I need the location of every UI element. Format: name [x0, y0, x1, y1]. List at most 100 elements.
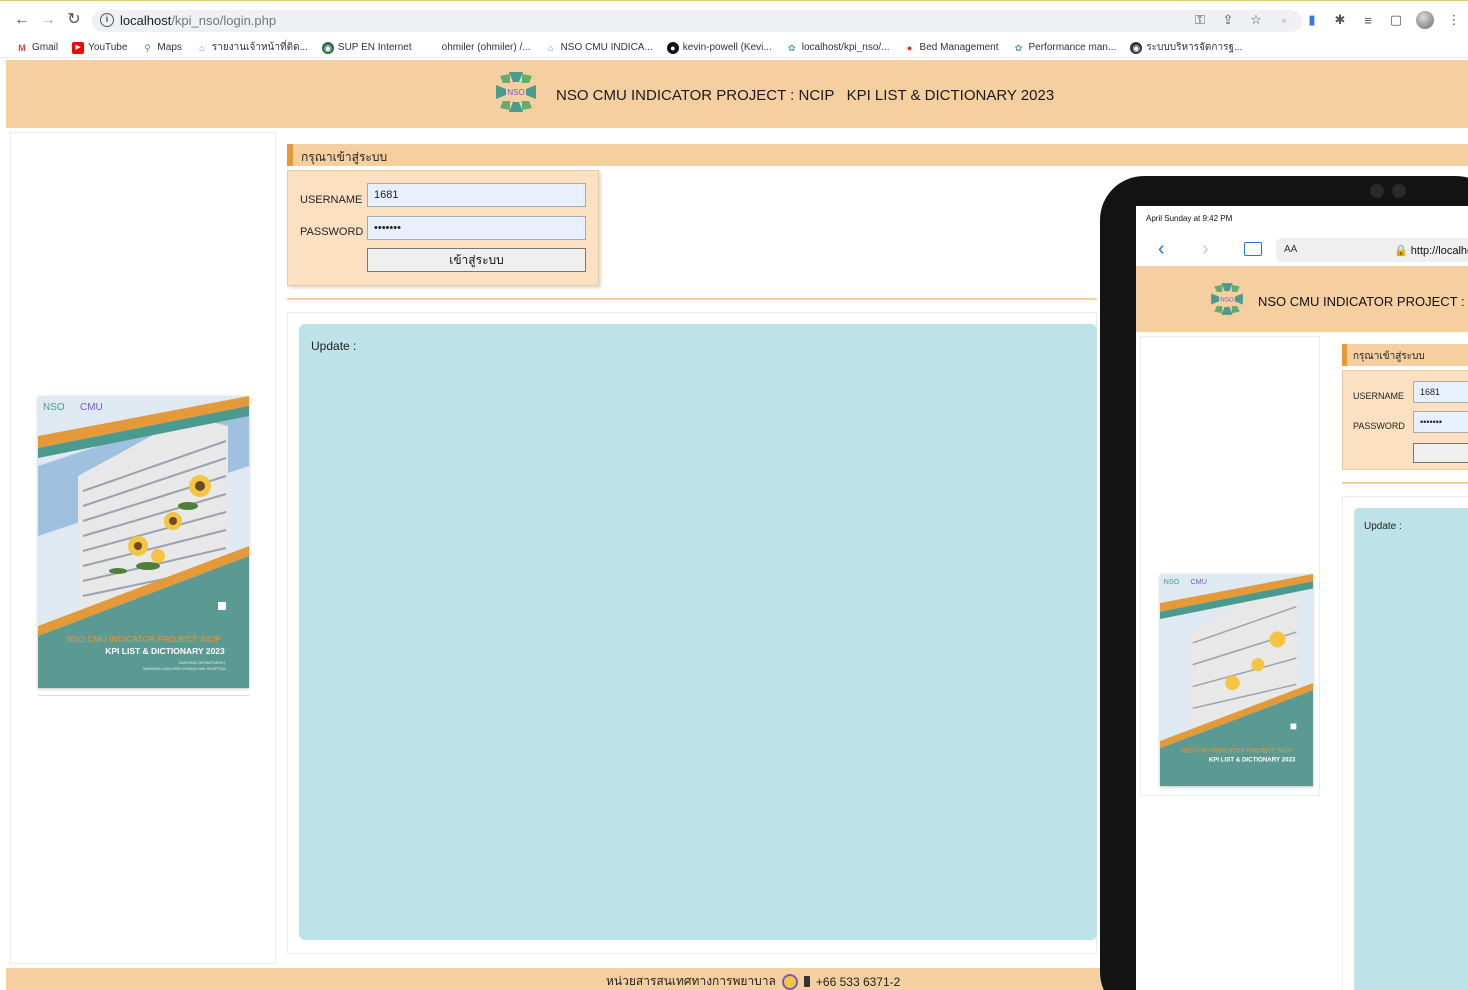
org-logo-icon	[781, 973, 798, 990]
tablet-password-input[interactable]: •••••••	[1413, 411, 1468, 433]
bookmark-sup-en[interactable]: ◉ SUP EN Internet	[321, 41, 412, 54]
report-icon: ⌂	[195, 41, 208, 54]
forward-chevron-icon[interactable]: ›	[1202, 238, 1209, 261]
bookmarks-book-icon[interactable]	[1244, 242, 1262, 256]
lock-icon: 🔒	[1394, 245, 1408, 257]
password-input[interactable]: •••••••	[367, 216, 586, 240]
site-title: NSO CMU INDICATOR PROJECT : NCIP KPI LIS…	[556, 87, 1055, 104]
text-size-button[interactable]: AA	[1284, 244, 1297, 255]
bookmark-youtube[interactable]: ▶ YouTube	[72, 41, 127, 54]
bookmark-report[interactable]: ⌂ รายงานเจ้าหน้าที่ติด...	[195, 40, 308, 55]
tablet-login-button[interactable]	[1413, 443, 1468, 463]
bookmarks-bar: M Gmail ▶ YouTube ⚲ Maps ⌂ รายงานเจ้าหน้าที่…	[0, 38, 1468, 58]
site-info-icon[interactable]: i	[100, 13, 114, 27]
gmail-icon: M	[16, 41, 28, 54]
bookmark-performance[interactable]: ✿ Performance man...	[1012, 41, 1116, 54]
tablet-site-header: NSO NSO CMU INDICATOR PROJECT : NCIP	[1136, 266, 1468, 332]
nso-icon: ⌂	[544, 41, 557, 54]
poster-brand: NSO	[43, 402, 65, 413]
sup-en-icon: ◉	[321, 41, 334, 54]
tablet-password-label: PASSWORD	[1353, 421, 1405, 431]
star-icon[interactable]: ☆	[1248, 12, 1264, 28]
youtube-icon: ▶	[72, 41, 85, 54]
url-text: localhost/kpi_nso/login.php	[120, 13, 277, 28]
tablet-screen: April Sunday at 9:42 PM ‹ › AA 🔒 http://…	[1136, 206, 1468, 990]
browser-toolbar: ← → ↻ i localhost/kpi_nso/login.php ⚿ ⇪ …	[0, 0, 1468, 38]
side-panel-icon[interactable]: ▢	[1388, 12, 1404, 28]
login-form: USERNAME 1681 PASSWORD ••••••• เข้าสู่ระ…	[287, 170, 599, 286]
browser-actions: ⚿ ⇪ ☆ ◦ ▮ ✱ ≡ ▢ ⋮	[1192, 11, 1462, 29]
footer-org: หน่วยสารสนเทศทางการพยาบาล	[606, 974, 776, 988]
tablet-username-input[interactable]: 1681	[1413, 381, 1468, 403]
login-heading: กรุณาเข้าสู่ระบบ	[301, 150, 388, 164]
extension-icon[interactable]: ▮	[1304, 12, 1320, 28]
forward-arrow-icon[interactable]: →	[38, 10, 58, 30]
poster-line4: MAHARAJ NAKORN CHIANG MAI HOSPITAL	[143, 666, 227, 671]
phone-icon	[803, 976, 810, 987]
poster-line3: NURSING DEPARTMENT,	[179, 660, 226, 665]
bookmark-ohmiler[interactable]: ohmiler (ohmiler) /...	[442, 42, 531, 53]
site-header: NSO NSO CMU INDICATOR PROJECT : NCIP KPI…	[6, 60, 1468, 128]
tablet-update-content: Update :	[1354, 508, 1468, 990]
tablet-login-heading: กรุณาเข้าสู่ระบบ	[1353, 351, 1425, 362]
camera-icon	[1392, 184, 1406, 198]
share-icon[interactable]: ⇪	[1220, 12, 1236, 28]
flower-icon: ✿	[785, 41, 798, 54]
footer-content: หน่วยสารสนเทศทางการพยาบาล +66 533 6371-2	[606, 972, 900, 990]
menu-icon[interactable]: ⋮	[1446, 12, 1462, 28]
tablet-address-bar[interactable]: AA 🔒 http://localhost	[1276, 238, 1468, 262]
puzzle-icon[interactable]: ✱	[1332, 12, 1348, 28]
cover-image: NSO CMU NSO CMU INDICATOR PROJECT: NCIP …	[1160, 574, 1313, 786]
tablet-username-label: USERNAME	[1353, 391, 1405, 401]
poster-brand-cmu: CMU	[1190, 577, 1207, 586]
svg-text:NSO: NSO	[1220, 296, 1234, 303]
back-arrow-icon[interactable]: ←	[12, 10, 32, 30]
tablet-status-time: April Sunday at 9:42 PM	[1146, 214, 1233, 223]
username-label: USERNAME	[300, 194, 363, 206]
key-icon[interactable]: ⚿	[1192, 12, 1208, 28]
update-content: Update :	[299, 324, 1097, 940]
bookmark-nso-cmu[interactable]: ⌂ NSO CMU INDICA...	[544, 41, 653, 54]
bookmark-gmail[interactable]: M Gmail	[16, 41, 58, 54]
poster-line2: KPI LIST & DICTIONARY 2023	[105, 646, 225, 656]
bookmark-system[interactable]: ◉ ระบบบริหารจัดการฐ...	[1130, 40, 1242, 55]
divider	[287, 298, 1097, 300]
bookmark-github[interactable]: ● kevin-powell (Kevi...	[666, 41, 772, 54]
poster-brand-cmu: CMU	[80, 402, 103, 413]
tablet-cover-poster: NSO CMU NSO CMU INDICATOR PROJECT: NCIP …	[1160, 574, 1313, 786]
tablet-site-title: NSO CMU INDICATOR PROJECT : NCIP	[1258, 294, 1468, 309]
extension-icon[interactable]: ◦	[1276, 13, 1292, 28]
poster-brand: NSO	[1164, 577, 1180, 586]
poster-line2: KPI LIST & DICTIONARY 2023	[1209, 756, 1296, 763]
cover-poster: NSO CMU NSO CMU INDICATOR PROJECT: NCIP …	[38, 396, 249, 688]
tablet-login-heading-bar: กรุณาเข้าสู่ระบบ	[1342, 344, 1468, 366]
nso-logo-icon: NSO	[1211, 283, 1243, 315]
camera-icon	[1370, 184, 1384, 198]
maps-icon: ⚲	[141, 41, 154, 54]
profile-avatar[interactable]	[1416, 11, 1434, 29]
github-icon: ●	[666, 41, 679, 54]
bookmark-bed-management[interactable]: ● Bed Management	[903, 41, 999, 54]
login-button[interactable]: เข้าสู่ระบบ	[367, 248, 586, 272]
tablet-divider	[1342, 482, 1468, 484]
globe-icon: ◉	[1130, 41, 1143, 54]
reload-icon[interactable]: ↻	[64, 10, 84, 30]
back-chevron-icon[interactable]: ‹	[1158, 238, 1165, 261]
flower-icon: ✿	[1012, 41, 1025, 54]
nso-logo-icon: NSO	[496, 72, 536, 112]
cover-image: NSO CMU NSO CMU INDICATOR PROJECT: NCIP …	[38, 396, 249, 688]
username-input[interactable]: 1681	[367, 183, 586, 207]
poster-line1: NSO CMU INDICATOR PROJECT: NCIP	[67, 634, 222, 644]
poster-line1: NSO CMU INDICATOR PROJECT: NCIP	[1181, 748, 1293, 755]
reading-list-icon[interactable]: ≡	[1360, 13, 1376, 28]
update-label: Update :	[311, 339, 357, 353]
bookmark-maps[interactable]: ⚲ Maps	[141, 41, 182, 54]
password-label: PASSWORD	[300, 226, 364, 238]
bookmark-localhost[interactable]: ✿ localhost/kpi_nso/...	[785, 41, 890, 54]
svg-text:NSO: NSO	[507, 88, 524, 97]
footer-phone: +66 533 6371-2	[815, 974, 901, 989]
poster-divider	[38, 690, 249, 696]
address-bar[interactable]: i localhost/kpi_nso/login.php	[92, 10, 1302, 32]
login-heading-bar: กรุณาเข้าสู่ระบบ	[287, 144, 1468, 166]
tablet-url: 🔒 http://localhost	[1394, 245, 1468, 257]
